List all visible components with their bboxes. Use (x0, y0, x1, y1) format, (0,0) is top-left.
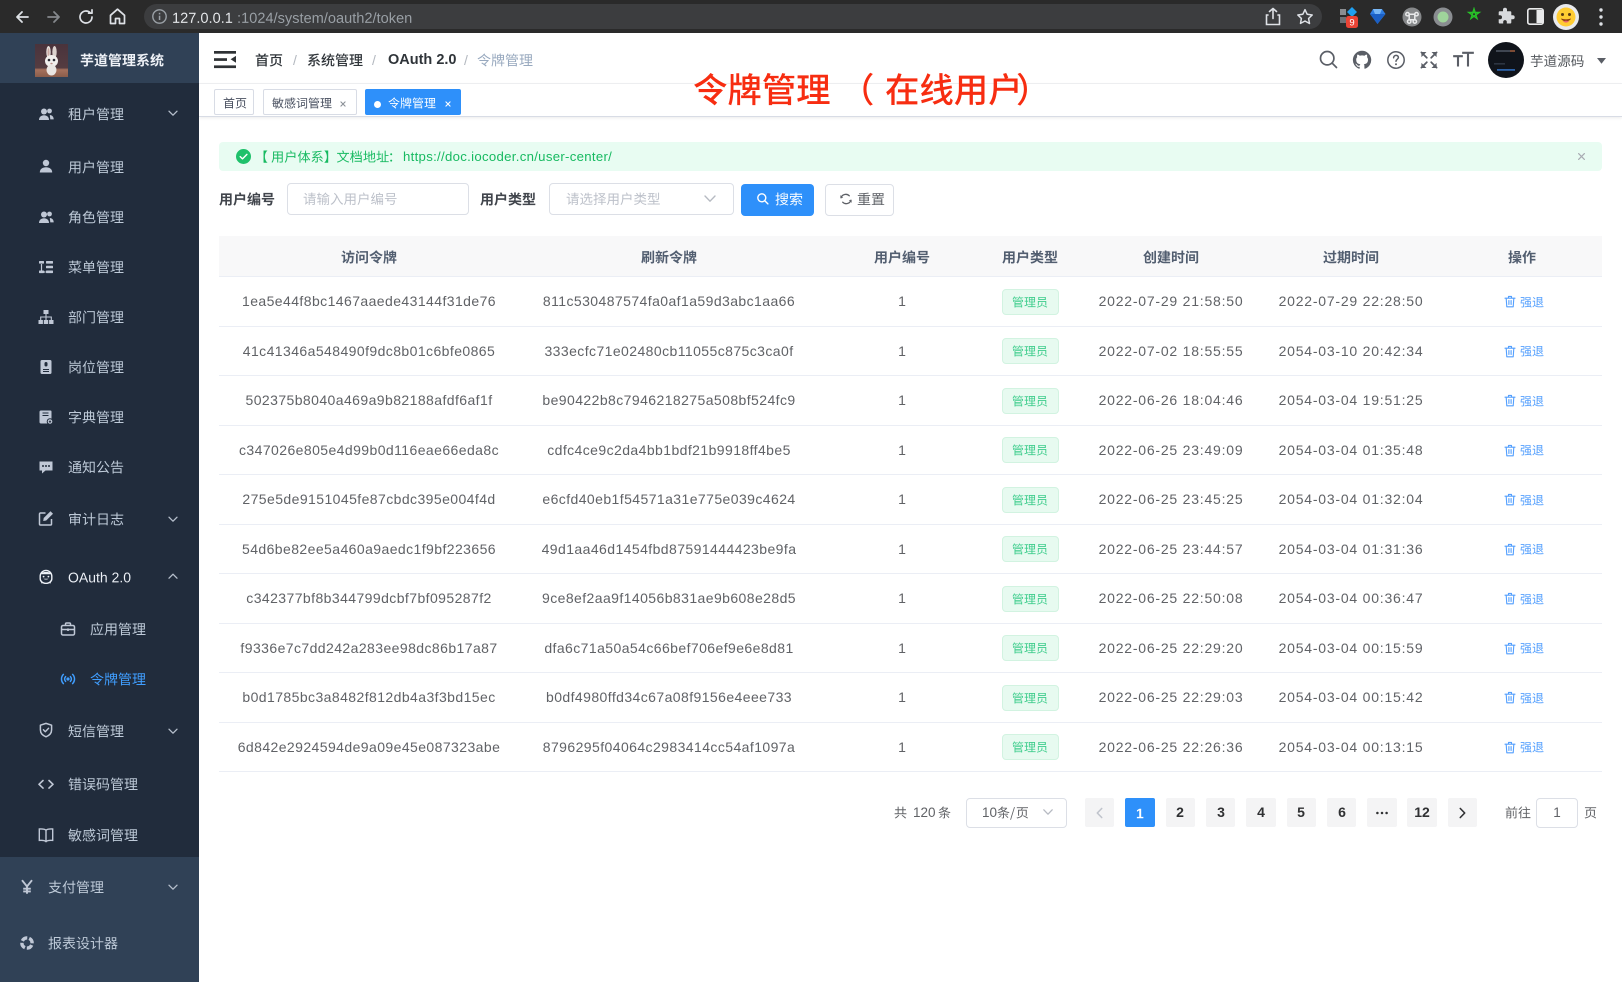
svg-text:9: 9 (1349, 18, 1354, 29)
